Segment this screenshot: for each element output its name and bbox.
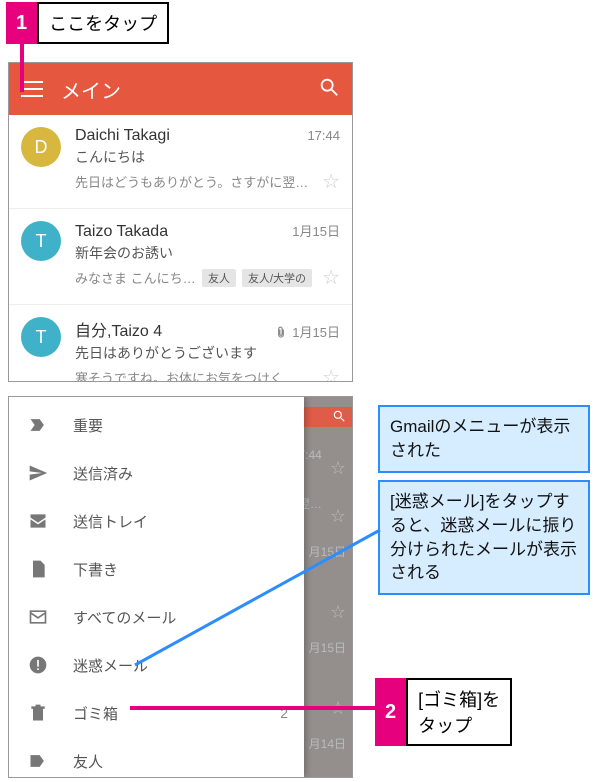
callout-1-num: 1 <box>6 2 37 44</box>
background-row: ☆ <box>302 575 352 623</box>
drawer-item-label[interactable]: 友人 <box>9 737 304 778</box>
menu-icon[interactable] <box>21 81 43 97</box>
star-icon[interactable]: ☆ <box>322 365 340 382</box>
drawer-background: 17:44☆翌…☆月15日☆月15日☆月14日箱☆ <box>302 397 352 777</box>
label-chip: 友人/大学の <box>242 269 312 287</box>
mail-time: 1月15日 <box>274 322 340 341</box>
subject: 先日はありがとうございます <box>75 343 340 363</box>
drawer-item-label: すべてのメール <box>73 607 176 628</box>
drawer-item-label: 友人 <box>73 751 103 772</box>
callout-2: 2 [ゴミ箱]を タップ <box>375 678 512 746</box>
background-row: 箱☆ <box>302 767 352 778</box>
phone-drawer: 17:44☆翌…☆月15日☆月15日☆月14日箱☆ 重要 送信済み 送信トレイ … <box>8 396 353 778</box>
label-icon <box>27 751 49 771</box>
drawer-item-important[interactable]: 重要 <box>9 401 304 449</box>
important-icon <box>27 415 49 435</box>
callout-2-text: [ゴミ箱]を タップ <box>406 678 512 746</box>
subject: こんにちは <box>75 147 340 167</box>
nav-drawer: 重要 送信済み 送信トレイ 下書き すべてのメール 迷惑メール ゴミ箱 2 友人 <box>9 397 304 777</box>
draft-icon <box>27 559 49 579</box>
note-spam: [迷惑メール]をタップすると、迷惑メールに振り分けられたメールが表示される <box>378 480 590 595</box>
mail-item[interactable]: T Taizo Takada 1月15日 新年会のお誘い みなさま こんにち… … <box>9 209 352 305</box>
background-row: 月14日 <box>302 719 352 767</box>
background-row: 月15日 <box>302 527 352 575</box>
appbar: メイン <box>9 63 352 115</box>
avatar: D <box>21 127 61 167</box>
callout-2-num: 2 <box>375 678 406 746</box>
drawer-item-label: ゴミ箱 <box>73 703 118 724</box>
sender: Daichi Takagi <box>75 127 170 145</box>
phone-inbox: メイン D Daichi Takagi 17:44 こんにちは 先日はどうもあり… <box>8 62 353 382</box>
avatar: T <box>21 221 61 261</box>
background-row: 17:44☆ <box>302 431 352 479</box>
appbar-title: メイン <box>61 75 300 104</box>
sender: Taizo Takada <box>75 223 168 241</box>
mail-time: 1月15日 <box>292 221 340 240</box>
drawer-item-label: 送信済み <box>73 463 133 484</box>
sender: 自分,Taizo 4 <box>75 317 162 341</box>
snippet: みなさま こんにち… <box>75 268 196 287</box>
allmail-icon <box>27 607 49 627</box>
mail-time: 17:44 <box>307 128 340 143</box>
search-icon[interactable] <box>318 76 340 103</box>
drawer-item-sent[interactable]: 送信済み <box>9 449 304 497</box>
background-row: ☆ <box>302 671 352 719</box>
avatar: T <box>21 317 61 357</box>
label-chip: 友人 <box>202 269 236 287</box>
spam-icon <box>27 655 49 675</box>
drawer-item-outbox[interactable]: 送信トレイ <box>9 497 304 545</box>
drawer-item-count: 2 <box>280 705 288 721</box>
background-row: 月15日 <box>302 623 352 671</box>
mail-item[interactable]: D Daichi Takagi 17:44 こんにちは 先日はどうもありがとう。… <box>9 115 352 209</box>
snippet: 寒そうですね。お体にお気をつけく… <box>75 368 312 382</box>
note-menu-shown: Gmailのメニューが表示された <box>378 405 590 473</box>
drawer-item-draft[interactable]: 下書き <box>9 545 304 593</box>
star-icon[interactable]: ☆ <box>322 265 340 290</box>
sent-icon <box>27 463 49 483</box>
outbox-icon <box>27 511 49 531</box>
mail-list: D Daichi Takagi 17:44 こんにちは 先日はどうもありがとう。… <box>9 115 352 382</box>
subject: 新年会のお誘い <box>75 243 340 263</box>
attachment-icon <box>274 324 288 340</box>
star-icon[interactable]: ☆ <box>322 169 340 194</box>
snippet: 先日はどうもありがとう。さすがに翌… <box>75 172 312 191</box>
drawer-item-allmail[interactable]: すべてのメール <box>9 593 304 641</box>
callout-1-text: ここをタップ <box>37 2 169 44</box>
drawer-item-label: 送信トレイ <box>73 511 148 532</box>
drawer-item-label: 下書き <box>73 559 118 580</box>
trash-icon <box>27 703 49 723</box>
drawer-item-label: 迷惑メール <box>73 655 148 676</box>
callout-1: 1 ここをタップ <box>6 2 169 44</box>
drawer-item-spam[interactable]: 迷惑メール <box>9 641 304 689</box>
drawer-item-label: 重要 <box>73 415 103 436</box>
drawer-item-trash[interactable]: ゴミ箱 2 <box>9 689 304 737</box>
background-row: 翌…☆ <box>302 479 352 527</box>
mail-item[interactable]: T 自分,Taizo 4 1月15日 先日はありがとうございます 寒そうですね。… <box>9 305 352 382</box>
